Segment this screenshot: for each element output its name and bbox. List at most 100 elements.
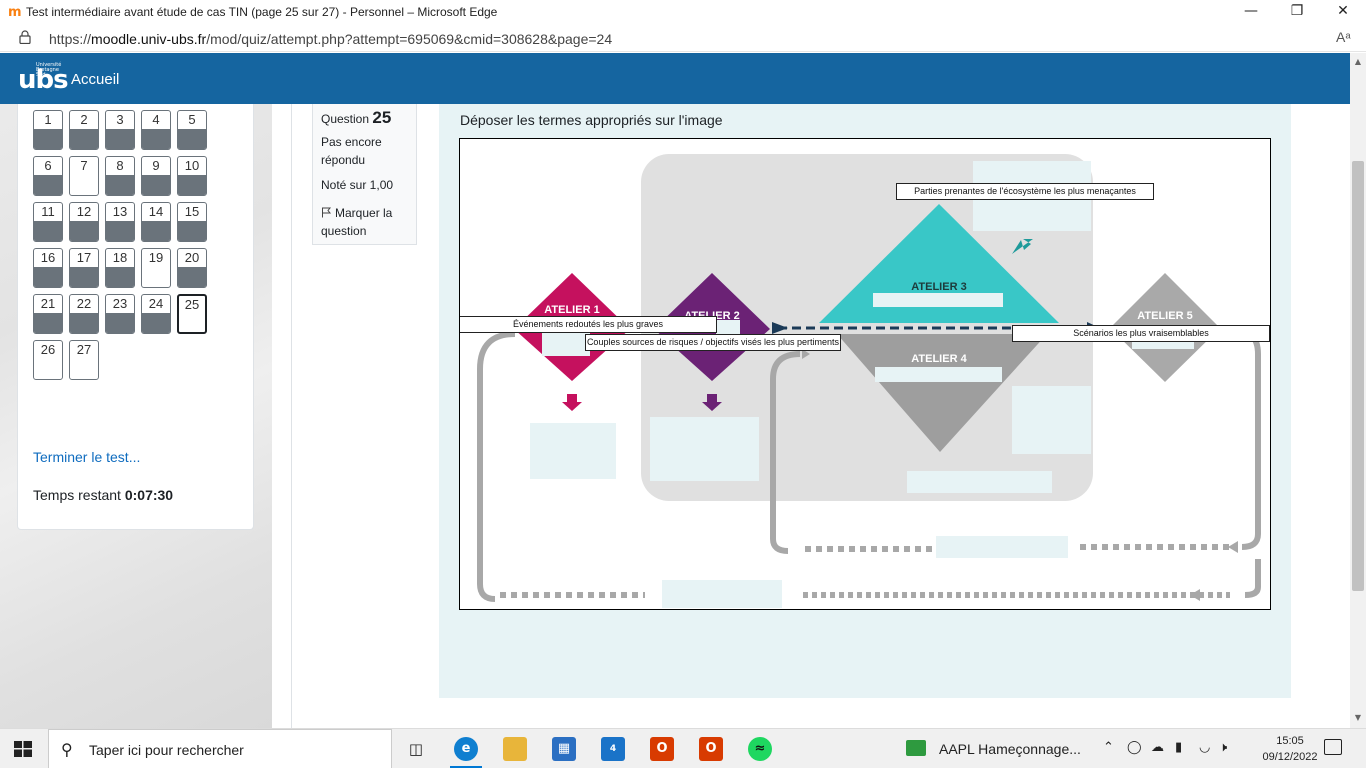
drag-item-couples-sources[interactable]: Couples sources de risques / objectifs v… <box>585 334 841 351</box>
dropzone-10[interactable] <box>936 536 1068 558</box>
question-nav-button[interactable]: 23 <box>105 294 135 334</box>
stock-widget-icon[interactable] <box>906 740 926 756</box>
question-nav-number: 10 <box>184 158 200 173</box>
question-nav-button[interactable]: 25 <box>177 294 207 334</box>
page-viewport: ubs Université Bretagne Sud Accueil 1234… <box>0 53 1350 728</box>
spotify-icon[interactable]: ≈ <box>748 737 772 761</box>
dropzone-11[interactable] <box>662 580 782 608</box>
dropzone-6[interactable] <box>530 423 616 479</box>
question-nav-button[interactable]: 11 <box>33 202 63 242</box>
drag-item-scenarios[interactable]: Scénarios les plus vraisemblables <box>1012 325 1270 342</box>
question-nav-button[interactable]: 16 <box>33 248 63 288</box>
minimize-button[interactable]: — <box>1228 0 1274 24</box>
answered-indicator <box>178 129 206 149</box>
question-nav-button[interactable]: 5 <box>177 110 207 150</box>
dropzone-7[interactable] <box>650 417 759 481</box>
question-nav-number: 6 <box>44 158 52 173</box>
lock-icon <box>19 30 31 44</box>
question-nav-button[interactable]: 1 <box>33 110 63 150</box>
answered-indicator <box>34 313 62 333</box>
question-nav-button[interactable]: 12 <box>69 202 99 242</box>
wifi-icon[interactable]: ◡ <box>1199 740 1210 755</box>
question-nav-button[interactable]: 15 <box>177 202 207 242</box>
question-nav-button[interactable]: 9 <box>141 156 171 196</box>
question-nav-number: 4 <box>152 112 160 127</box>
office-app-icon[interactable]: O <box>699 737 723 761</box>
question-nav-number: 25 <box>184 297 200 312</box>
drag-item-parties-prenantes[interactable]: Parties prenantes de l'écosystème les pl… <box>896 183 1154 200</box>
question-nav-button[interactable]: 19 <box>141 248 171 288</box>
answered-indicator <box>34 267 62 287</box>
question-formulation: Déposer les termes appropriés sur l'imag… <box>439 104 1291 698</box>
onedrive-icon[interactable]: ☁ <box>1151 740 1164 755</box>
flag-question-button[interactable]: Marquer la question <box>321 204 416 240</box>
drag-item-evenements-redoutes[interactable]: Événements redoutés les plus graves <box>460 316 717 333</box>
stock-widget-text[interactable]: AAPL Hameçonnage... <box>939 741 1081 757</box>
dropzone-9[interactable] <box>716 320 740 334</box>
question-nav-button[interactable]: 8 <box>105 156 135 196</box>
office-icon[interactable]: O <box>650 737 674 761</box>
store-icon[interactable]: ▦ <box>552 737 576 761</box>
atelier-3-label: ATELIER 3 <box>911 281 966 293</box>
dropzone-8[interactable] <box>542 332 590 356</box>
tray-security-icon[interactable]: ◯ <box>1127 740 1142 755</box>
question-nav-number: 22 <box>76 296 92 311</box>
logo-subtitle: Université Bretagne Sud <box>36 62 62 78</box>
dropzone-5[interactable] <box>907 471 1052 493</box>
read-aloud-icon[interactable]: Aᵃ <box>1336 29 1351 45</box>
question-nav-button[interactable]: 7 <box>69 156 99 196</box>
home-link[interactable]: Accueil <box>71 71 119 88</box>
url-text[interactable]: https://moodle.univ-ubs.fr/mod/quiz/atte… <box>49 31 612 47</box>
question-nav-button[interactable]: 4 <box>141 110 171 150</box>
scrollbar-thumb[interactable] <box>1352 161 1364 591</box>
volume-muted-icon[interactable]: 🕨 <box>1219 740 1227 755</box>
file-explorer-icon[interactable] <box>503 737 527 761</box>
question-nav-number: 11 <box>41 204 55 219</box>
loop-outer-left <box>477 331 516 602</box>
question-nav-button[interactable]: 20 <box>177 248 207 288</box>
answered-indicator <box>178 175 206 195</box>
question-nav-button[interactable]: 13 <box>105 202 135 242</box>
address-bar[interactable]: https://moodle.univ-ubs.fr/mod/quiz/atte… <box>0 24 1366 52</box>
question-nav-button[interactable]: 3 <box>105 110 135 150</box>
question-nav-button[interactable]: 6 <box>33 156 63 196</box>
question-nav-button[interactable]: 18 <box>105 248 135 288</box>
question-nav-button[interactable]: 17 <box>69 248 99 288</box>
page-scrollbar[interactable]: ▲ ▼ <box>1350 53 1366 728</box>
scroll-down-icon[interactable]: ▼ <box>1350 713 1366 722</box>
question-nav-number: 8 <box>116 158 124 173</box>
taskbar-clock[interactable]: 15:05 09/12/2022 <box>1262 733 1318 765</box>
answered-indicator <box>106 221 134 241</box>
answered-indicator <box>142 313 170 333</box>
restore-button[interactable]: ❐ <box>1274 0 1320 24</box>
finish-attempt-link[interactable]: Terminer le test... <box>33 449 140 465</box>
mail-icon[interactable]: 4 <box>601 737 625 761</box>
moodle-favicon-icon: m <box>8 5 22 20</box>
scroll-up-icon[interactable]: ▲ <box>1350 57 1366 66</box>
dropzone-2[interactable] <box>873 293 1003 307</box>
task-view-icon[interactable]: ◫ <box>404 737 428 761</box>
question-nav-button[interactable]: 14 <box>141 202 171 242</box>
question-nav-button[interactable]: 2 <box>69 110 99 150</box>
close-button[interactable]: ✕ <box>1320 0 1366 24</box>
notification-center-icon[interactable] <box>1324 739 1342 755</box>
battery-icon[interactable]: ▮ <box>1175 740 1182 755</box>
dropzone-4[interactable] <box>1012 386 1091 454</box>
edge-icon[interactable]: e <box>454 737 478 761</box>
taskbar-search-box[interactable]: ⚲ Taper ici pour rechercher <box>48 729 392 768</box>
ubs-logo[interactable]: ubs Université Bretagne Sud <box>18 62 69 96</box>
answered-indicator <box>34 129 62 149</box>
question-nav-button[interactable]: 26 <box>33 340 63 380</box>
tray-chevron-icon[interactable]: ⌃ <box>1103 740 1114 755</box>
answered-indicator <box>34 221 62 241</box>
dropzone-3[interactable] <box>875 367 1002 382</box>
question-nav-button[interactable]: 21 <box>33 294 63 334</box>
question-nav-button[interactable]: 10 <box>177 156 207 196</box>
flag-icon <box>322 207 332 218</box>
windows-start-icon[interactable] <box>14 741 32 757</box>
question-nav-button[interactable]: 22 <box>69 294 99 334</box>
question-nav-number: 18 <box>112 250 128 265</box>
question-nav-button[interactable]: 27 <box>69 340 99 380</box>
windows-taskbar: ⚲ Taper ici pour rechercher ◫ e ▦ 4 O O … <box>0 728 1366 768</box>
question-nav-button[interactable]: 24 <box>141 294 171 334</box>
